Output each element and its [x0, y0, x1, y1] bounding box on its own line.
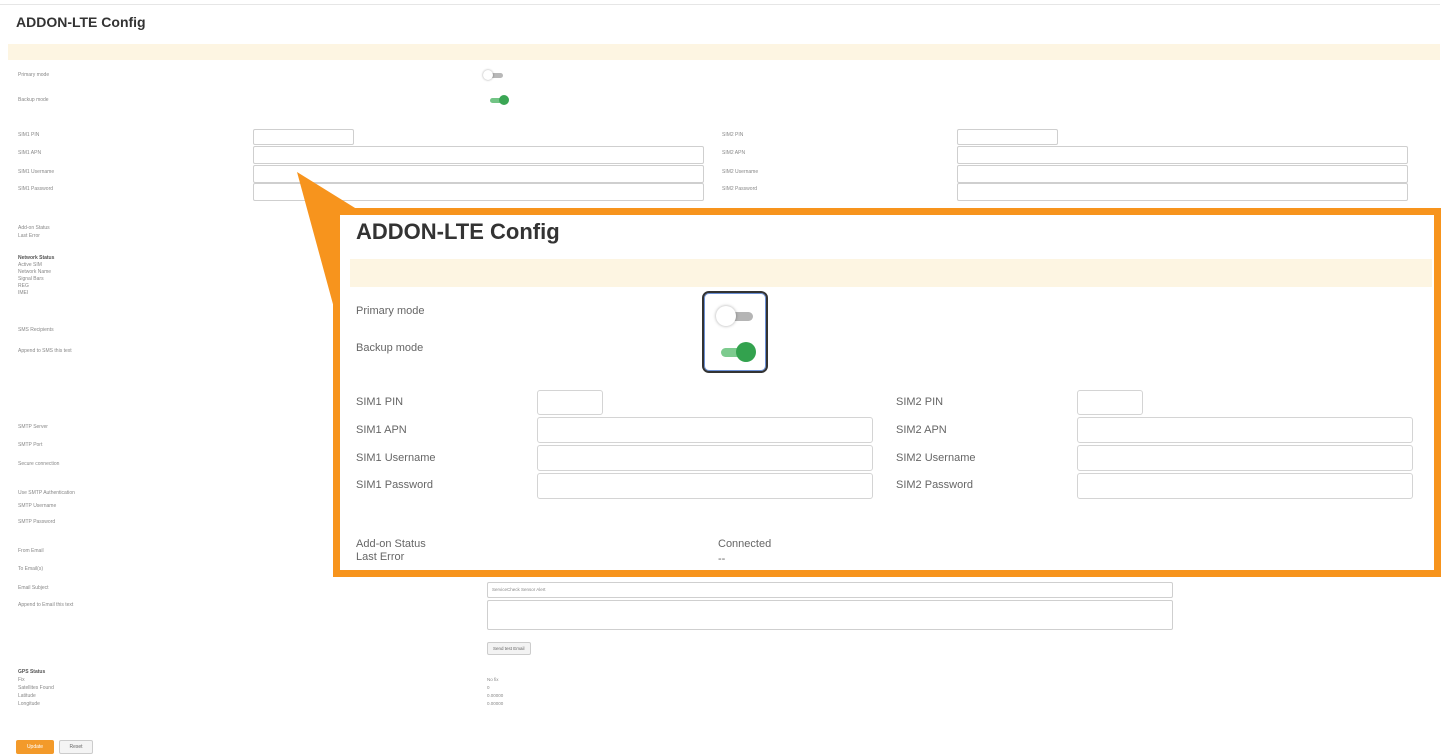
zoomed-notice-banner [350, 259, 1432, 287]
zoomed-sim1-apn-label: SIM1 APN [356, 424, 407, 436]
zoomed-sim1-username-label: SIM1 Username [356, 452, 436, 464]
zoomed-sim1-apn-input[interactable] [537, 417, 873, 443]
zoomed-sim1-password-label: SIM1 Password [356, 479, 434, 491]
zoomed-callout-panel: ADDON-LTE Config Primary mode Backup mod… [333, 208, 1441, 577]
zoomed-sim1-pin-label: SIM1 PIN [356, 396, 404, 408]
zoomed-last-error-value: -- [718, 553, 726, 565]
zoomed-sim2-apn-input[interactable] [1077, 417, 1413, 443]
toggle-highlight-box [702, 291, 768, 373]
zoomed-page-title: ADDON-LTE Config [356, 219, 560, 244]
zoomed-sim2-username-input[interactable] [1077, 445, 1413, 471]
zoomed-addon-status-label: Add-on Status [356, 538, 426, 550]
zoomed-sim2-username-label: SIM2 Username [896, 452, 976, 464]
zoomed-sim2-pin-input[interactable] [1077, 390, 1143, 415]
zoomed-backup-mode-label: Backup mode [356, 342, 424, 354]
page: ADDON-LTE Config Primary mode Backup mod… [0, 0, 1448, 756]
zoomed-sim2-password-input[interactable] [1077, 473, 1413, 499]
zoomed-sim2-password-label: SIM2 Password [896, 479, 974, 491]
zoomed-primary-mode-label: Primary mode [356, 305, 425, 317]
zoomed-sim1-pin-input[interactable] [537, 390, 603, 415]
zoomed-sim2-apn-label: SIM2 APN [896, 424, 947, 436]
zoomed-sim1-password-input[interactable] [537, 473, 873, 499]
zoomed-addon-status-value: Connected [718, 538, 772, 550]
zoomed-sim1-username-input[interactable] [537, 445, 873, 471]
zoomed-sim2-pin-label: SIM2 PIN [896, 396, 944, 408]
zoomed-last-error-label: Last Error [356, 551, 405, 563]
